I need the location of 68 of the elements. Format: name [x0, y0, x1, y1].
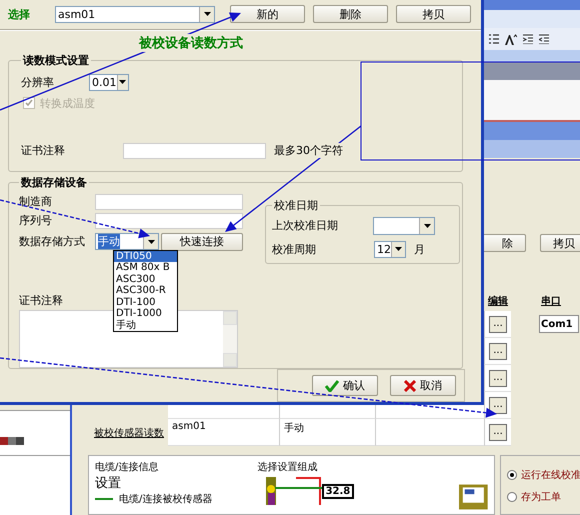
- indent-icon: [539, 34, 549, 44]
- check-icon: [25, 99, 33, 108]
- note-field[interactable]: [123, 142, 266, 159]
- caret-icon: [148, 240, 154, 244]
- legend-line-icon: [95, 498, 113, 500]
- checkbox-label: 转换成温度: [40, 96, 95, 111]
- copy-button[interactable]: 拷贝: [540, 234, 580, 252]
- reading-display: 32.8: [322, 484, 354, 498]
- cancel-button[interactable]: 取消: [390, 375, 456, 396]
- scrollbar[interactable]: [223, 310, 237, 367]
- dropdown[interactable]: 0.01: [89, 74, 129, 91]
- edit-button[interactable]: ...: [489, 396, 507, 414]
- table-cell: 手动: [280, 419, 376, 446]
- toolbar-button[interactable]: 删除: [313, 5, 388, 24]
- unit-label: 月: [414, 242, 425, 257]
- dropdown[interactable]: 12: [374, 240, 406, 258]
- setup-drawing: [266, 477, 322, 505]
- field-label: 数据存储方式: [19, 234, 86, 250]
- edit-button[interactable]: ...: [489, 316, 507, 332]
- dropdown-option[interactable]: DTI050: [114, 250, 177, 262]
- toolbar-button[interactable]: 拷贝: [396, 5, 471, 24]
- monitor-icon: [459, 484, 488, 510]
- field-label: 证书注释: [19, 292, 64, 308]
- field-hint: 最多30个字符: [274, 143, 343, 158]
- indent-icon: [523, 34, 533, 44]
- date-picker[interactable]: [373, 216, 435, 235]
- field-label: 分辨率: [21, 74, 55, 90]
- list-icon: [489, 34, 499, 44]
- dropdown[interactable]: 手动: [95, 233, 159, 250]
- field-label: 校准周期: [272, 242, 317, 257]
- column-header: 串口: [540, 294, 562, 309]
- caret-icon: [119, 80, 126, 84]
- edit-button[interactable]: ...: [489, 424, 507, 440]
- edit-button[interactable]: ...: [489, 342, 507, 360]
- quick-connect-button[interactable]: 快速连接: [161, 232, 243, 251]
- info-subtitle: 设置: [95, 475, 122, 492]
- group-legend: 校准日期: [272, 198, 320, 213]
- text-field[interactable]: [95, 194, 243, 210]
- field-label: 证书注释: [21, 143, 66, 158]
- close-icon: [404, 380, 416, 392]
- radio-button[interactable]: [507, 470, 517, 480]
- caret-icon: [395, 247, 402, 252]
- row-label-link[interactable]: 被校传感器读数: [94, 426, 164, 440]
- table-cell: asm01: [168, 419, 280, 446]
- column-header: 编辑: [487, 294, 509, 309]
- caret-icon: [424, 224, 430, 228]
- toolbar-button[interactable]: 新的: [230, 5, 305, 24]
- edit-button[interactable]: ...: [489, 370, 507, 386]
- select-label: 选择: [8, 6, 31, 22]
- caret-icon: [204, 12, 210, 16]
- field-label: 制造商: [19, 194, 53, 210]
- legend-label: 电缆/连接被校传感器: [119, 492, 212, 506]
- diagram-title: 选择设置组成: [258, 460, 319, 474]
- field-label: 上次校准日期: [272, 218, 339, 234]
- confirm-button[interactable]: 确认: [312, 375, 378, 396]
- group-legend: 数据存储设备: [19, 174, 89, 190]
- font-size-icon: [505, 34, 517, 44]
- dialog-title: 被校设备读数方式: [137, 34, 245, 52]
- check-icon: [325, 380, 339, 392]
- group-legend: 读数模式设置: [21, 52, 91, 68]
- info-title: 电缆/连接信息: [95, 460, 160, 474]
- text-field[interactable]: [95, 212, 243, 229]
- port-field[interactable]: Com1: [539, 315, 579, 333]
- radio-label: 存为工单: [521, 490, 561, 504]
- field-label: 序列号: [19, 213, 53, 228]
- radio-button[interactable]: [507, 492, 517, 502]
- dropdown[interactable]: asm01: [55, 6, 215, 23]
- thumbnail-drawing: [0, 437, 24, 445]
